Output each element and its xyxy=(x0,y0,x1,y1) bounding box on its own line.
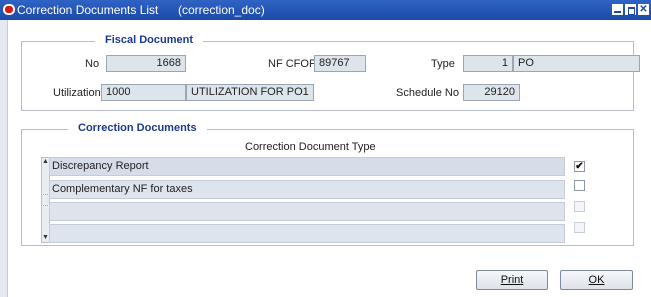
ok-button[interactable]: OK xyxy=(560,270,633,290)
checkbox-row-2[interactable] xyxy=(574,180,585,191)
left-frame-border xyxy=(0,20,8,297)
type-number-field[interactable]: 1 xyxy=(463,55,513,72)
nf-cfop-label: NF CFOP xyxy=(268,58,317,70)
type-code-field[interactable]: PO xyxy=(513,55,640,72)
list-item[interactable] xyxy=(49,224,565,243)
checkbox-row-3[interactable] xyxy=(574,201,585,212)
correction-documents-title: Correction Documents xyxy=(68,122,207,134)
checkbox-row-1[interactable]: ✔ xyxy=(574,161,585,172)
close-icon[interactable]: ✕ xyxy=(638,4,649,15)
nf-cfop-field[interactable]: 89767 xyxy=(314,55,366,72)
window-title: Correction Documents List xyxy=(17,3,159,17)
list-item[interactable]: Complementary NF for taxes xyxy=(49,180,565,199)
minimize-icon[interactable] xyxy=(612,4,623,15)
no-label: No xyxy=(85,58,100,70)
title-bar: Correction Documents List (correction_do… xyxy=(0,0,651,20)
list-item[interactable] xyxy=(49,202,565,221)
checkbox-row-4[interactable] xyxy=(574,222,585,233)
no-field[interactable]: 1668 xyxy=(106,55,186,72)
fiscal-document-title: Fiscal Document xyxy=(95,34,204,46)
list-item[interactable]: Discrepancy Report xyxy=(49,157,565,176)
window-form-name: (correction_doc) xyxy=(178,3,265,17)
oracle-logo-icon xyxy=(3,4,15,15)
scroll-down-icon[interactable]: ▼ xyxy=(42,234,49,242)
column-header-correction-document-type: Correction Document Type xyxy=(245,141,376,153)
schedule-no-label: Schedule No xyxy=(396,87,459,99)
print-button[interactable]: Print xyxy=(476,270,548,290)
utilization-code-field[interactable]: 1000 xyxy=(101,84,186,101)
schedule-no-field[interactable]: 29120 xyxy=(463,84,520,101)
scroll-up-icon[interactable]: ▲ xyxy=(42,158,49,166)
utilization-label: Utilization xyxy=(53,87,101,99)
scroll-grip-icon[interactable] xyxy=(43,194,48,206)
type-label: Type xyxy=(431,58,455,70)
utilization-description-field[interactable]: UTILIZATION FOR PO1 xyxy=(186,84,314,101)
maximize-icon[interactable] xyxy=(625,4,636,15)
correction-documents-window: Correction Documents List (correction_do… xyxy=(0,0,651,297)
